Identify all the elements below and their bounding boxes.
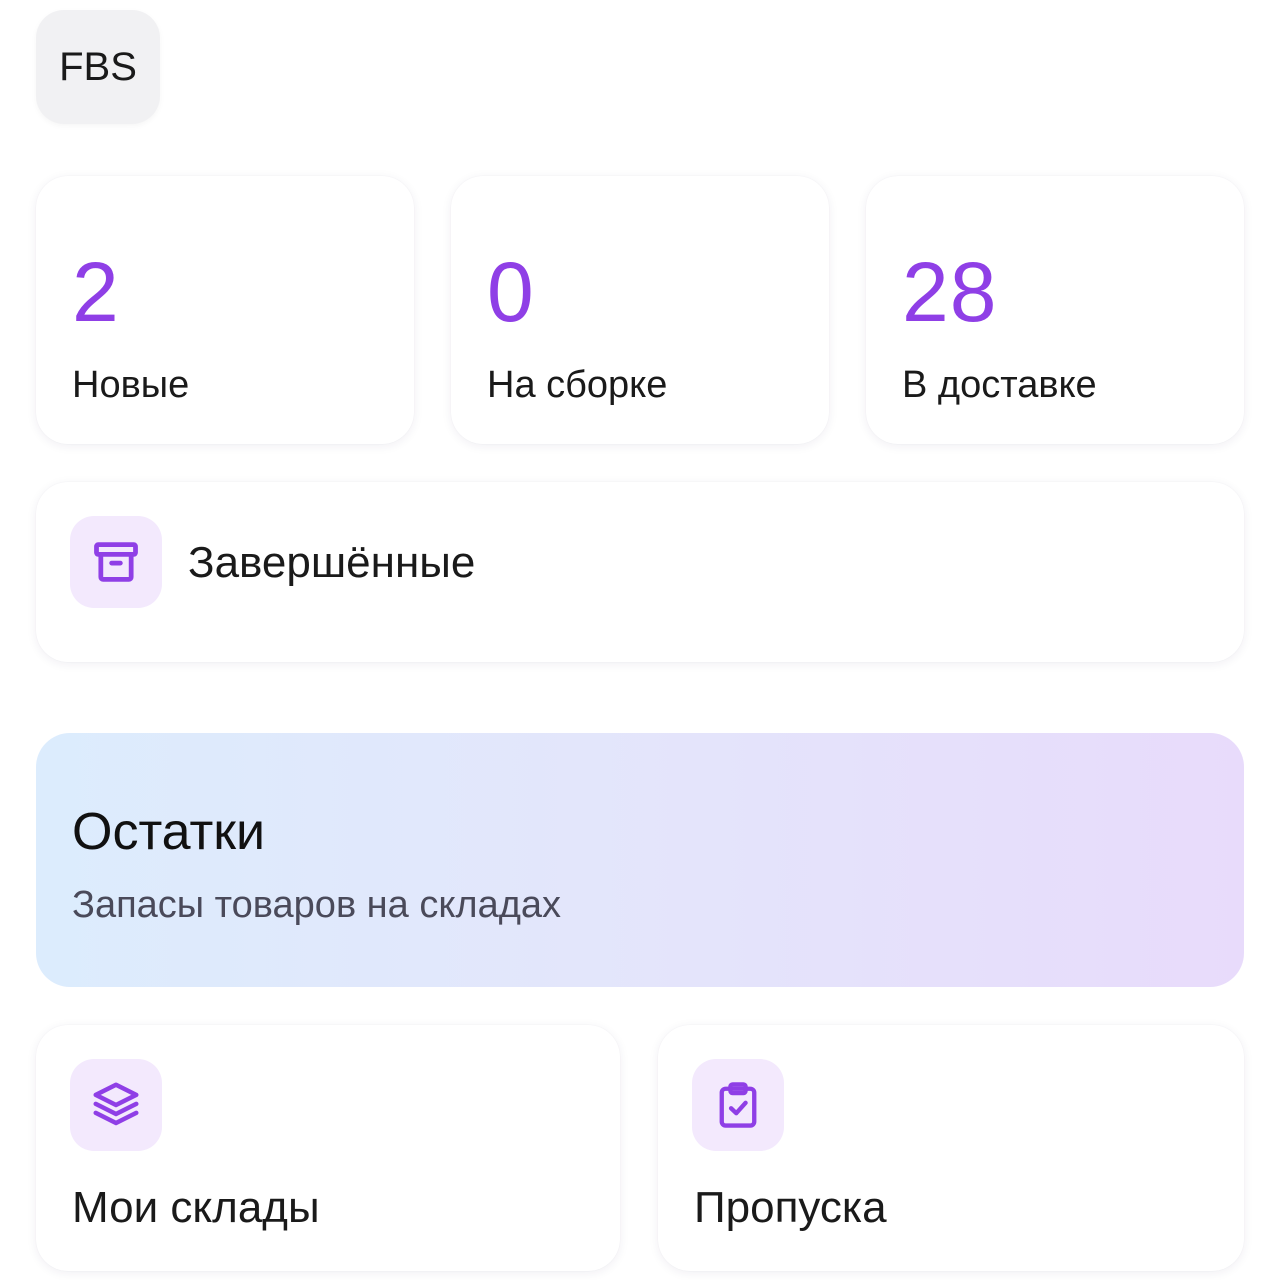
stock-title: Остатки	[72, 803, 266, 861]
passes-card[interactable]: Пропуска	[658, 1025, 1244, 1271]
stat-card-new[interactable]: 2 Новые	[36, 176, 414, 444]
my-warehouses-label: Мои склады	[72, 1183, 320, 1232]
my-warehouses-card[interactable]: Мои склады	[36, 1025, 620, 1271]
stat-delivery-label: В доставке	[902, 364, 1097, 406]
archive-box-icon	[70, 516, 162, 608]
passes-label: Пропуска	[694, 1183, 887, 1232]
stat-assembly-label: На сборке	[487, 364, 668, 406]
stat-card-delivery[interactable]: 28 В доставке	[866, 176, 1244, 444]
layers-stack-icon	[70, 1059, 162, 1151]
completed-label: Завершённые	[188, 538, 476, 587]
stock-subtitle: Запасы товаров на складах	[72, 884, 562, 926]
completed-orders-card[interactable]: Завершённые	[36, 482, 1244, 662]
stat-assembly-count: 0	[487, 245, 535, 339]
clipboard-check-icon	[692, 1059, 784, 1151]
stat-card-assembly[interactable]: 0 На сборке	[451, 176, 829, 444]
fbs-chip[interactable]: FBS	[36, 10, 160, 124]
fbs-chip-label: FBS	[59, 44, 137, 89]
stat-new-count: 2	[72, 245, 120, 339]
stat-new-label: Новые	[72, 364, 190, 406]
stat-delivery-count: 28	[902, 245, 998, 339]
stock-banner[interactable]: Остатки Запасы товаров на складах	[36, 733, 1244, 987]
